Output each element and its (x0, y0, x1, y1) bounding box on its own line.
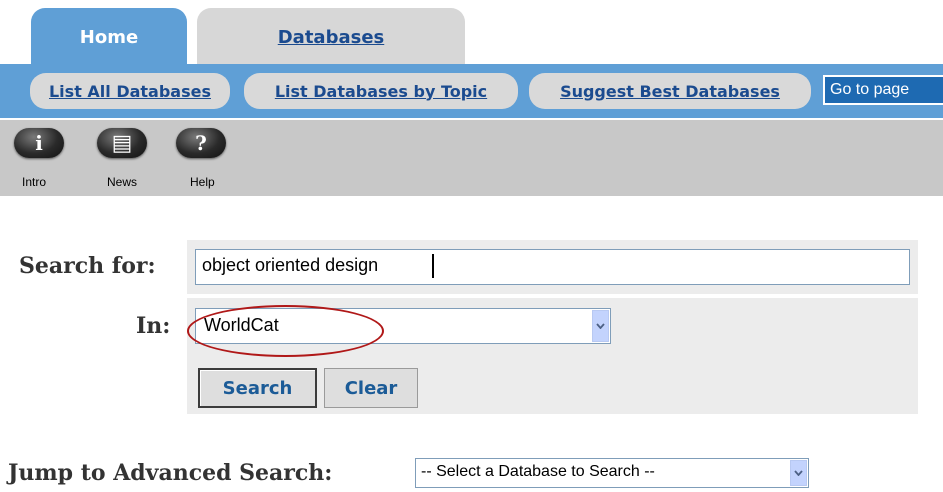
advanced-select-value: -- Select a Database to Search -- (421, 463, 655, 480)
text-cursor (432, 254, 434, 278)
clear-button[interactable]: Clear (324, 368, 418, 408)
search-for-label: Search for: (19, 253, 156, 279)
go-to-page-select[interactable]: Go to page (823, 75, 943, 105)
list-all-databases-link[interactable]: List All Databases (30, 73, 230, 109)
tab-home[interactable]: Home (31, 8, 187, 64)
info-icon[interactable]: i (14, 128, 64, 158)
news-label: News (107, 175, 138, 189)
chevron-down-icon[interactable] (592, 310, 609, 342)
in-label: In: (136, 313, 171, 339)
advanced-search-label: Jump to Advanced Search: (8, 460, 333, 486)
advanced-database-select[interactable]: -- Select a Database to Search -- (415, 458, 809, 488)
tab-home-label: Home (79, 27, 139, 48)
search-input[interactable]: object oriented design (195, 249, 910, 285)
newspaper-icon[interactable]: ▤ (97, 128, 147, 158)
highlight-circle (187, 305, 384, 357)
tab-databases-label: Databases (277, 27, 385, 48)
chevron-down-icon[interactable] (790, 460, 807, 486)
suggest-best-databases-link[interactable]: Suggest Best Databases (529, 73, 811, 109)
intro-label: Intro (22, 175, 47, 189)
search-button[interactable]: Search (198, 368, 317, 408)
help-icon[interactable]: ? (176, 128, 226, 158)
help-label: Help (190, 175, 215, 189)
tab-databases[interactable]: Databases (197, 8, 465, 64)
list-databases-by-topic-link[interactable]: List Databases by Topic (244, 73, 518, 109)
